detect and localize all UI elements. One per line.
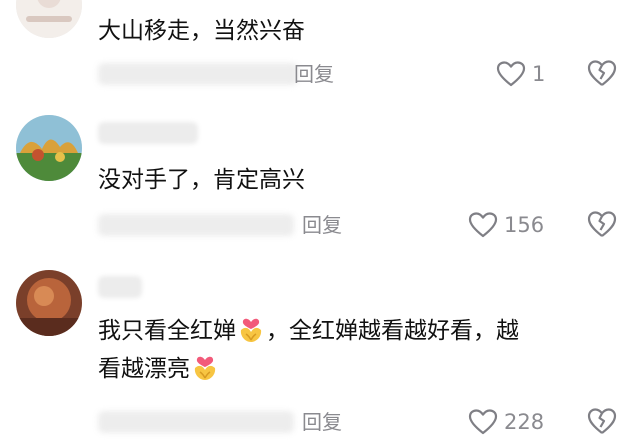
- heart-outline-icon: [468, 409, 498, 435]
- username-blurred[interactable]: [98, 122, 198, 144]
- reply-button[interactable]: 回复: [302, 208, 342, 242]
- comment-text-part: 我只看全红婵: [98, 318, 236, 344]
- like-count: 156: [504, 213, 545, 237]
- comment-meta: 回复: [98, 405, 358, 439]
- comment-text: 没对手了，肯定高兴: [98, 167, 305, 193]
- like-button[interactable]: 228: [468, 405, 544, 439]
- avatar[interactable]: [16, 115, 82, 181]
- timestamp-blurred: [98, 214, 294, 236]
- like-count: 228: [504, 410, 545, 434]
- like-button[interactable]: 1: [496, 57, 545, 91]
- broken-heart-icon[interactable]: [586, 57, 618, 89]
- comment-meta: 回复: [98, 208, 358, 242]
- broken-heart-icon[interactable]: [586, 405, 618, 437]
- comment-meta: 回复: [98, 57, 358, 91]
- heart-outline-icon: [496, 61, 526, 87]
- comment-text: 我只看全红婵 ，全红婵越看越好看，越 看越漂亮: [98, 312, 622, 388]
- comment-item-3: 我只看全红婵 ，全红婵越看越好看，越 看越漂亮 回复 228: [0, 250, 640, 442]
- comment-item-1: 大山移走，当然兴奋 回复 1: [0, 0, 640, 100]
- username-blurred[interactable]: [98, 276, 142, 298]
- heart-hands-emoji: [194, 356, 216, 380]
- comment-text: 大山移走，当然兴奋: [98, 18, 305, 44]
- heart-outline-icon: [468, 212, 498, 238]
- comment-item-2: 没对手了，肯定高兴 回复 156: [0, 100, 640, 250]
- like-button[interactable]: 156: [468, 208, 544, 242]
- broken-heart-icon[interactable]: [586, 208, 618, 240]
- like-count: 1: [532, 62, 546, 86]
- heart-hands-emoji: [240, 318, 262, 342]
- timestamp-blurred: [98, 63, 298, 85]
- comment-text-part: 看越漂亮: [98, 356, 190, 382]
- avatar[interactable]: [16, 0, 82, 38]
- timestamp-blurred: [98, 411, 294, 433]
- comment-text-part: ，全红婵越看越好看，越: [266, 318, 519, 344]
- reply-button[interactable]: 回复: [302, 405, 342, 439]
- reply-button[interactable]: 回复: [294, 57, 334, 91]
- avatar[interactable]: [16, 270, 82, 336]
